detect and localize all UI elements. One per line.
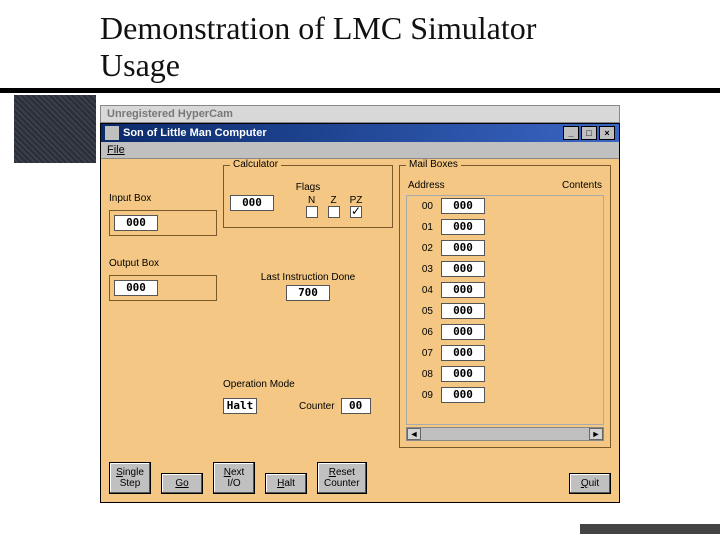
- hypercam-watermark: Unregistered HyperCam: [100, 105, 620, 123]
- counter-field[interactable]: 00: [341, 398, 371, 414]
- mailbox-address: 01: [409, 222, 433, 233]
- mailbox-row[interactable]: 07 000: [409, 345, 601, 361]
- calculator-group-label: Calculator: [230, 159, 281, 170]
- mailbox-contents-field[interactable]: 000: [441, 240, 485, 256]
- last-instruction-label: Last Instruction Done: [223, 272, 393, 283]
- mailbox-contents-field[interactable]: 000: [441, 324, 485, 340]
- screenshot-container: Unregistered HyperCam Son of Little Man …: [100, 105, 620, 503]
- mailbox-row[interactable]: 08 000: [409, 366, 601, 382]
- mailbox-row[interactable]: 00000: [409, 198, 601, 214]
- mailbox-address: 04: [409, 285, 433, 296]
- scroll-right-button[interactable]: ►: [589, 428, 603, 440]
- mailbox-row[interactable]: 06 000: [409, 324, 601, 340]
- mailbox-row[interactable]: 05 000: [409, 303, 601, 319]
- titlebar[interactable]: Son of Little Man Computer _ □ ×: [101, 124, 619, 142]
- flag-z-checkbox[interactable]: [328, 206, 340, 218]
- mailbox-contents-field[interactable]: 000: [441, 345, 485, 361]
- mailbox-address: 07: [409, 348, 433, 359]
- app-icon: [105, 126, 119, 140]
- input-box-field[interactable]: 000: [114, 215, 158, 231]
- decorative-corner-block: [14, 95, 96, 163]
- halt-button[interactable]: Halt: [265, 473, 307, 494]
- button-row: SingleStep Go NextI/O Halt ResetCounter …: [101, 456, 619, 502]
- last-instruction-field: 700: [286, 285, 330, 301]
- input-box-label: Input Box: [109, 193, 217, 204]
- operation-mode-label: Operation Mode: [223, 379, 295, 390]
- quit-button[interactable]: Quit: [569, 473, 611, 494]
- counter-label: Counter: [299, 401, 335, 412]
- mailbox-address: 02: [409, 243, 433, 254]
- mailbox-address: 00: [409, 201, 433, 212]
- mailbox-contents-field[interactable]: 000: [441, 366, 485, 382]
- flag-pz-checkbox[interactable]: [350, 206, 362, 218]
- mail-header-contents: Contents: [562, 180, 602, 191]
- mailbox-address: 08: [409, 369, 433, 380]
- window-title: Son of Little Man Computer: [123, 127, 267, 139]
- single-step-button[interactable]: SingleStep: [109, 462, 151, 494]
- mailbox-address: 03: [409, 264, 433, 275]
- mailboxes-hscroll[interactable]: ◄ ►: [406, 427, 604, 441]
- go-button[interactable]: Go: [161, 473, 203, 494]
- flag-z-label: Z: [328, 195, 340, 206]
- mailbox-row[interactable]: 03 000: [409, 261, 601, 277]
- menu-file[interactable]: File: [107, 144, 125, 156]
- title-underline: [0, 88, 720, 93]
- close-button[interactable]: ×: [599, 126, 615, 140]
- mailboxes-group: Mail Boxes Address Contents 000000100002…: [399, 165, 611, 448]
- output-box-field: 000: [114, 280, 158, 296]
- slide-footer-bar: [580, 524, 720, 534]
- operation-mode-field: Halt: [223, 398, 257, 414]
- mailbox-contents-field[interactable]: 000: [441, 198, 485, 214]
- flag-n-checkbox[interactable]: [306, 206, 318, 218]
- mailbox-contents-field[interactable]: 000: [441, 261, 485, 277]
- reset-counter-button[interactable]: ResetCounter: [317, 462, 367, 494]
- flags-group-label: Flags: [230, 182, 386, 193]
- calculator-field[interactable]: 000: [230, 195, 274, 211]
- mailbox-contents-field[interactable]: 000: [441, 303, 485, 319]
- mailbox-address: 06: [409, 327, 433, 338]
- calculator-group: Calculator Flags 000 N Z: [223, 165, 393, 228]
- mailbox-row[interactable]: 01 000: [409, 219, 601, 235]
- next-io-button[interactable]: NextI/O: [213, 462, 255, 494]
- mailbox-address: 09: [409, 390, 433, 401]
- maximize-button[interactable]: □: [581, 126, 597, 140]
- scroll-left-button[interactable]: ◄: [407, 428, 421, 440]
- mailbox-contents-field[interactable]: 000: [441, 219, 485, 235]
- mailbox-row[interactable]: 04 000: [409, 282, 601, 298]
- flag-n-label: N: [306, 195, 318, 206]
- menubar: File: [101, 142, 619, 159]
- mailboxes-list[interactable]: 0000001000020000300004000050000600007000…: [406, 195, 604, 425]
- app-window: Son of Little Man Computer _ □ × File In…: [100, 123, 620, 503]
- minimize-button[interactable]: _: [563, 126, 579, 140]
- mail-header-address: Address: [408, 180, 445, 191]
- mailbox-contents-field[interactable]: 000: [441, 387, 485, 403]
- mailbox-address: 05: [409, 306, 433, 317]
- mailbox-row[interactable]: 02 000: [409, 240, 601, 256]
- mailbox-contents-field[interactable]: 000: [441, 282, 485, 298]
- mailbox-row[interactable]: 09 000: [409, 387, 601, 403]
- slide-title: Demonstration of LMC Simulator Usage: [0, 0, 720, 88]
- output-box-label: Output Box: [109, 258, 217, 269]
- mailboxes-group-label: Mail Boxes: [406, 159, 461, 170]
